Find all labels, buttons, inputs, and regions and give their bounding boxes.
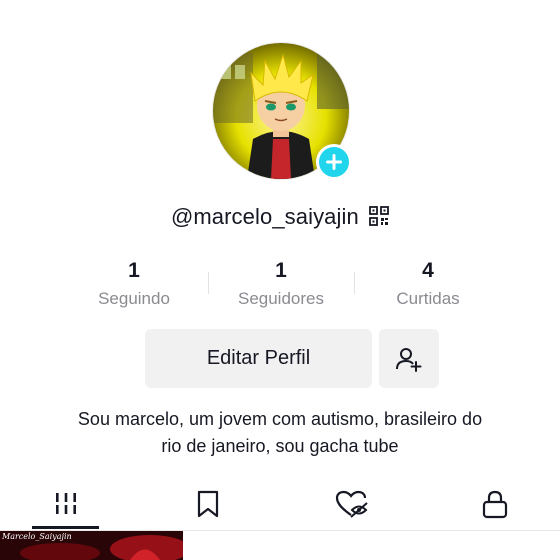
add-friends-button[interactable]	[379, 329, 439, 388]
username-row: @marcelo_saiyajin	[0, 204, 560, 232]
bio-line: rio de janeiro, sou gacha tube	[161, 436, 399, 456]
likes-label: Curtidas	[396, 289, 460, 308]
followers-label: Seguidores	[237, 289, 324, 308]
tab-liked[interactable]	[282, 478, 422, 530]
following-count: 1	[128, 259, 140, 282]
qr-code-icon[interactable]	[369, 206, 389, 232]
followers-count: 1	[275, 259, 287, 282]
profile-bio: Sou marcelo, um jovem com autismo, brasi…	[0, 406, 560, 460]
add-user-icon	[396, 347, 422, 372]
following-label: Seguindo	[98, 289, 170, 308]
profile-avatar-container[interactable]	[212, 42, 352, 180]
plus-icon	[326, 154, 342, 170]
video-thumbnail[interactable]: Marcelo_Saiyajin	[0, 531, 183, 560]
profile-tabs	[0, 478, 560, 531]
stat-following[interactable]: 1 Seguindo	[59, 258, 209, 309]
likes-count: 4	[422, 259, 434, 282]
add-avatar-button[interactable]	[316, 144, 352, 180]
liked-heart-icon	[335, 490, 368, 518]
active-tab-indicator	[32, 526, 99, 529]
profile-stats: 1 Seguindo 1 Seguidores 4 Curtidas	[0, 258, 560, 310]
grid-icon	[56, 493, 76, 514]
thumbnail-caption: Marcelo_Saiyajin	[2, 532, 72, 541]
tab-videos[interactable]	[0, 478, 136, 530]
bio-line: Sou marcelo, um jovem com autismo, brasi…	[77, 409, 483, 429]
stat-followers[interactable]: 1 Seguidores	[206, 258, 356, 309]
bookmark-icon	[197, 490, 219, 518]
tab-saved[interactable]	[138, 478, 278, 530]
edit-profile-button[interactable]: Editar Perfil	[145, 329, 372, 388]
username: @marcelo_saiyajin	[170, 204, 359, 229]
tab-private[interactable]	[425, 478, 560, 530]
lock-icon	[482, 490, 508, 519]
stat-likes[interactable]: 4 Curtidas	[353, 258, 503, 309]
